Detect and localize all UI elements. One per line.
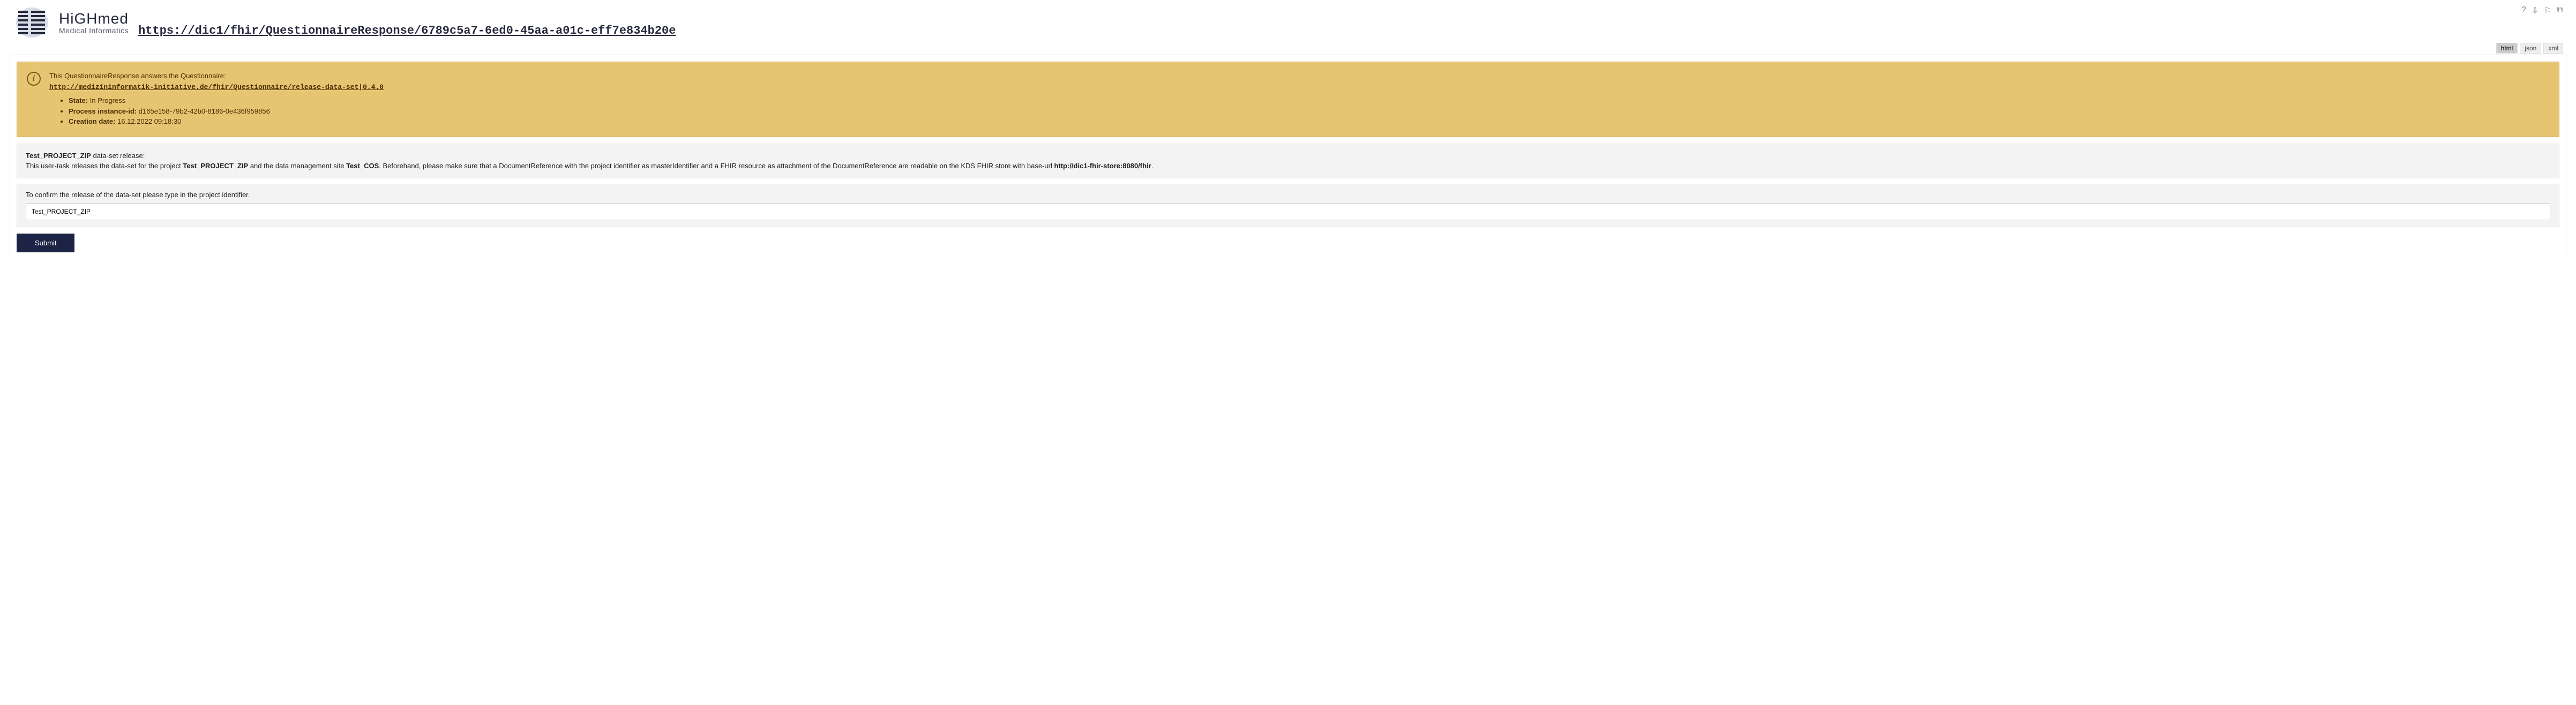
resource-url-link[interactable]: https://dic1/fhir/QuestionnaireResponse/…	[138, 24, 676, 40]
brand-hi: Hi	[59, 10, 74, 27]
download-icon[interactable]: ⇩	[2532, 5, 2538, 16]
bookmark-icon[interactable]: ⚐	[2544, 5, 2551, 16]
release-description: Test_PROJECT_ZIP data-set release: This …	[17, 144, 2559, 178]
logo-block: HiGHmed Medical Informatics	[13, 5, 129, 40]
banner-state-row: State: In Progress	[69, 95, 384, 106]
highmed-logo-icon	[13, 5, 51, 40]
page-header: HiGHmed Medical Informatics https://dic1…	[0, 0, 2576, 43]
process-label: Process instance-id:	[69, 107, 137, 115]
info-banner: i This QuestionnaireResponse answers the…	[17, 62, 2559, 137]
tab-xml[interactable]: xml	[2543, 43, 2563, 54]
release-tail: .	[1151, 162, 1154, 170]
tab-json[interactable]: json	[2520, 43, 2541, 54]
release-cos: Test_COS	[346, 162, 379, 170]
release-project-name: Test_PROJECT_ZIP	[183, 162, 248, 170]
logo-mark	[13, 5, 51, 40]
main-panel: i This QuestionnaireResponse answers the…	[10, 55, 2566, 259]
release-base-url: http://dic1-fhir-store:8080/fhir	[1054, 162, 1151, 170]
confirm-label: To confirm the release of the data-set p…	[26, 191, 2550, 199]
release-pre: This user-task releases the data-set for…	[26, 162, 183, 170]
help-icon[interactable]: ?	[2521, 5, 2526, 16]
state-value: In Progress	[90, 96, 125, 104]
release-project-title: Test_PROJECT_ZIP	[26, 152, 91, 160]
brand-gh: GH	[74, 10, 98, 27]
submit-button[interactable]: Submit	[17, 234, 74, 252]
release-mid: and the data management site	[248, 162, 346, 170]
brand-name: HiGHmed	[59, 10, 129, 27]
release-title-suffix: data-set release:	[91, 152, 145, 160]
brand-subtitle: Medical Informatics	[59, 26, 129, 35]
copy-icon[interactable]: ⧉	[2557, 5, 2563, 16]
banner-creation-row: Creation date: 16.12.2022 09:18:30	[69, 116, 384, 127]
info-icon: i	[27, 72, 41, 86]
info-content: This QuestionnaireResponse answers the Q…	[49, 71, 384, 127]
logo-text: HiGHmed Medical Informatics	[59, 10, 129, 35]
tab-html[interactable]: html	[2496, 43, 2518, 54]
project-identifier-input[interactable]	[26, 203, 2550, 220]
confirm-block: To confirm the release of the data-set p…	[17, 184, 2559, 227]
process-value: d165e158-79b2-42b0-8186-0e436f959856	[139, 107, 270, 115]
header-action-icons: ? ⇩ ⚐ ⧉	[2521, 5, 2563, 16]
creation-label: Creation date:	[69, 117, 115, 125]
questionnaire-link[interactable]: http://medizininformatik-initiative.de/f…	[49, 83, 384, 91]
format-tabs: html json xml	[0, 43, 2576, 55]
banner-intro: This QuestionnaireResponse answers the Q…	[49, 71, 384, 81]
banner-process-row: Process instance-id: d165e158-79b2-42b0-…	[69, 106, 384, 117]
state-label: State:	[69, 96, 88, 104]
release-post: . Beforehand, please make sure that a Do…	[379, 162, 1054, 170]
brand-med: med	[98, 10, 128, 27]
creation-value: 16.12.2022 09:18:30	[117, 117, 181, 125]
